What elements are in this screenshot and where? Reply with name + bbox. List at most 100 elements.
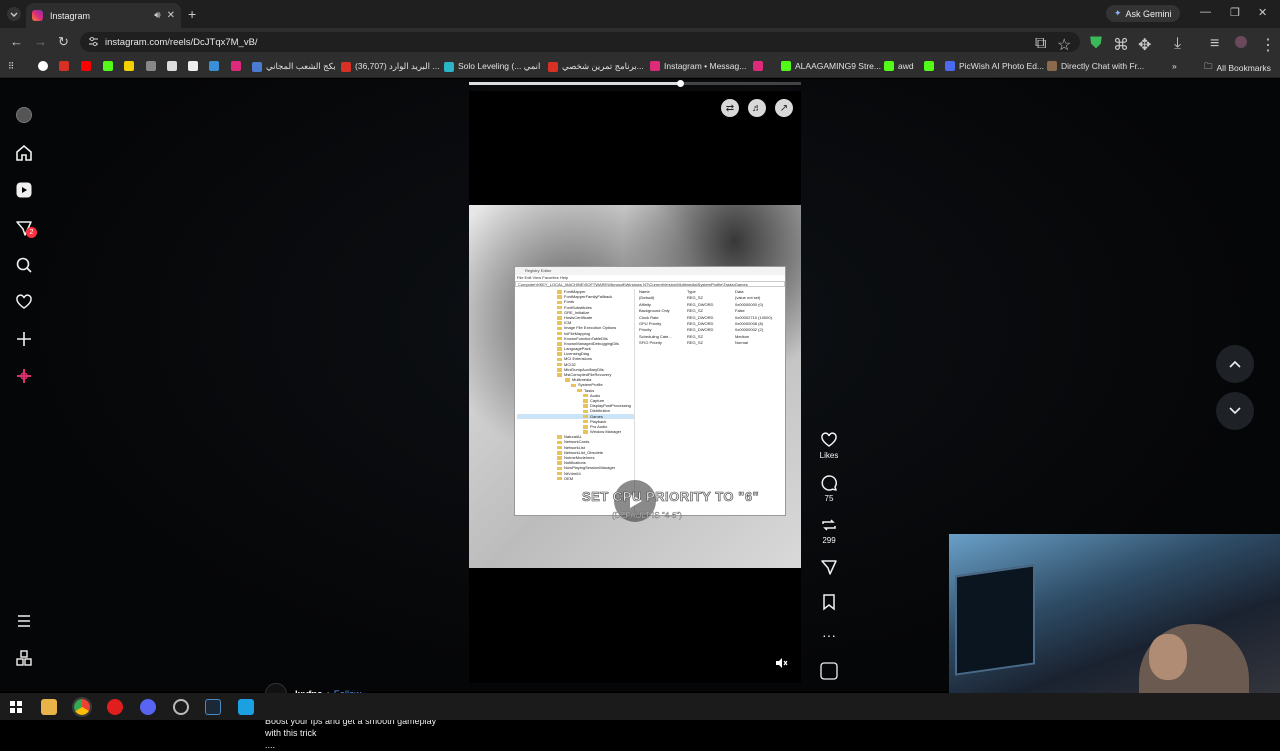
- bookmark-doc-icon: [252, 61, 262, 72]
- back-button[interactable]: ←: [10, 34, 23, 49]
- registry-value-row: SFIO Priority REG_SZ Normal: [639, 340, 783, 346]
- profile-avatar[interactable]: [1234, 35, 1248, 49]
- restore-button[interactable]: ❐: [1230, 6, 1240, 19]
- extension-icon[interactable]: ⌘: [1113, 35, 1129, 54]
- share-icon[interactable]: [816, 558, 842, 576]
- instagram-icon: [650, 61, 660, 71]
- roblox-bookmark-icon[interactable]: [167, 61, 177, 71]
- bookmark-2[interactable]: Solo Leveling (... انمي: [444, 61, 540, 72]
- reel-video[interactable]: ⇄ ♬ ↗ Registry Editor File Edit View Fav…: [469, 91, 801, 683]
- bookmark-4[interactable]: Instagram • Messag...: [650, 61, 746, 71]
- download-icon[interactable]: ⤓: [1174, 35, 1188, 52]
- reels-icon[interactable]: [15, 181, 33, 199]
- remix-icon[interactable]: ⇄: [721, 99, 739, 117]
- a-bookmark-icon[interactable]: [124, 61, 134, 71]
- youtube-bookmark-icon[interactable]: [81, 61, 91, 71]
- image-bookmark-icon[interactable]: [209, 61, 219, 71]
- tab-title: Instagram: [50, 10, 91, 21]
- meta-ai-icon[interactable]: [15, 367, 33, 385]
- post-caption: Boost your fps and get a smooth gameplay…: [265, 715, 460, 751]
- also-from-meta-icon[interactable]: [15, 649, 33, 667]
- bookmark-3[interactable]: برنامج تمرين شخصي...: [548, 61, 644, 72]
- new-tab-button[interactable]: +: [188, 6, 196, 22]
- like-action[interactable]: Likes: [816, 431, 842, 460]
- reload-button[interactable]: ↻: [58, 34, 69, 50]
- tab-search-icon[interactable]: [6, 6, 22, 22]
- profile-avatar[interactable]: [16, 107, 32, 123]
- minimize-button[interactable]: —: [1200, 6, 1211, 18]
- gear-bookmark-icon[interactable]: [146, 61, 156, 71]
- site-info-icon[interactable]: [88, 36, 99, 47]
- more-options-icon[interactable]: ···: [816, 627, 842, 643]
- heart-icon[interactable]: [15, 293, 33, 311]
- mute-icon[interactable]: [774, 656, 788, 670]
- bookmark-label: ALAAGAMING9 Stre...: [795, 61, 881, 71]
- instagram-bookmark-icon[interactable]: [231, 61, 241, 71]
- next-reel-button[interactable]: [1216, 392, 1254, 430]
- caption-more[interactable]: ....: [265, 739, 460, 751]
- more-menu-icon[interactable]: [15, 612, 33, 630]
- registry-tree-item: OEM: [517, 476, 634, 481]
- bookmark-0[interactable]: بكج الشعب المجاني: [252, 61, 336, 72]
- bookmark-star-icon[interactable]: ☆: [1057, 35, 1071, 54]
- bookmark-6[interactable]: awd: [884, 61, 914, 71]
- registry-cell: REG_SZ: [687, 340, 704, 346]
- audio-thumbnail[interactable]: [816, 662, 842, 680]
- home-icon[interactable]: [15, 144, 33, 162]
- share-out-icon[interactable]: ↗: [775, 99, 793, 117]
- apps-icon[interactable]: ⠿: [8, 61, 14, 72]
- all-bookmarks[interactable]: 🗀︎ All Bookmarks: [1204, 61, 1271, 75]
- bookmark-7[interactable]: PicWish AI Photo Ed...: [945, 61, 1044, 71]
- all-bookmarks-label: All Bookmarks: [1216, 63, 1271, 73]
- speaker-icon[interactable]: 🔊︎: [154, 10, 160, 21]
- bookmark-label: PicWish AI Photo Ed...: [959, 61, 1045, 71]
- url-text: instagram.com/reels/DcJTqx7M_vB/: [105, 36, 258, 48]
- ask-gemini-button[interactable]: ✦ Ask Gemini: [1106, 5, 1180, 22]
- registry-tree: FontMapper FontMapperFamilyFallback Fonts F…: [517, 289, 635, 513]
- reel-progress-bar[interactable]: [469, 80, 801, 87]
- repost-action[interactable]: 299: [816, 516, 842, 545]
- kick-bookmark-icon[interactable]: [103, 61, 113, 71]
- instagram-favicon-icon: [32, 10, 43, 21]
- kick-bookmark-2-icon[interactable]: [924, 61, 934, 71]
- more-bookmarks-icon[interactable]: »: [1172, 61, 1177, 71]
- create-icon[interactable]: [15, 330, 33, 348]
- bookmark-8[interactable]: Directly Chat with Fr...: [1047, 61, 1144, 71]
- chrome-icon[interactable]: [72, 697, 92, 717]
- shield-extension-icon[interactable]: ⛊: [1090, 35, 1104, 52]
- reposts-count: 299: [822, 536, 836, 545]
- search-icon[interactable]: [15, 256, 33, 274]
- media-app-icon[interactable]: [107, 699, 123, 715]
- tab-instagram[interactable]: Instagram 🔊︎ ✕: [26, 3, 181, 28]
- file-explorer-icon[interactable]: [41, 699, 57, 715]
- audio-icon[interactable]: ♬: [748, 99, 766, 117]
- reel-progress-fill: [469, 82, 680, 85]
- forward-button[interactable]: →: [34, 34, 47, 49]
- registry-values: Name Type Data (Default) REG_SZ (value not se…: [639, 289, 783, 347]
- puzzle-icon[interactable]: ✥: [1138, 35, 1152, 54]
- google-bookmark-icon[interactable]: [38, 61, 48, 71]
- close-window-button[interactable]: ✕: [1258, 6, 1267, 19]
- steam-icon[interactable]: [205, 699, 221, 715]
- previous-reel-button[interactable]: [1216, 345, 1254, 383]
- bookmark-site-icon: [1047, 61, 1057, 71]
- menu-icon[interactable]: ⋮: [1260, 35, 1276, 54]
- close-tab-icon[interactable]: ✕: [167, 10, 175, 21]
- windows-start-icon[interactable]: [8, 699, 24, 715]
- bookmark-1[interactable]: البريد الوارد (36,707) ...: [341, 61, 439, 72]
- instagram-bookmark-2-icon[interactable]: [753, 61, 763, 71]
- bookmark-5[interactable]: ALAAGAMING9 Stre...: [781, 61, 881, 71]
- comment-action[interactable]: 75: [816, 474, 842, 503]
- address-bar[interactable]: instagram.com/reels/DcJTqx7M_vB/: [80, 32, 1080, 52]
- reel-progress-knob[interactable]: [676, 80, 684, 87]
- gmail-small-icon[interactable]: [59, 61, 69, 71]
- obs-icon[interactable]: [173, 699, 189, 715]
- like-heart-icon: [821, 432, 837, 447]
- discord-icon[interactable]: [140, 699, 156, 715]
- cast-icon[interactable]: ⧉: [1035, 35, 1049, 52]
- app-icon[interactable]: [238, 699, 254, 715]
- bookmark-site-icon: [548, 61, 558, 72]
- save-bookmark-icon[interactable]: [816, 593, 842, 611]
- download-bookmark-icon[interactable]: [188, 61, 198, 71]
- media-control-icon[interactable]: ≡: [1210, 35, 1224, 52]
